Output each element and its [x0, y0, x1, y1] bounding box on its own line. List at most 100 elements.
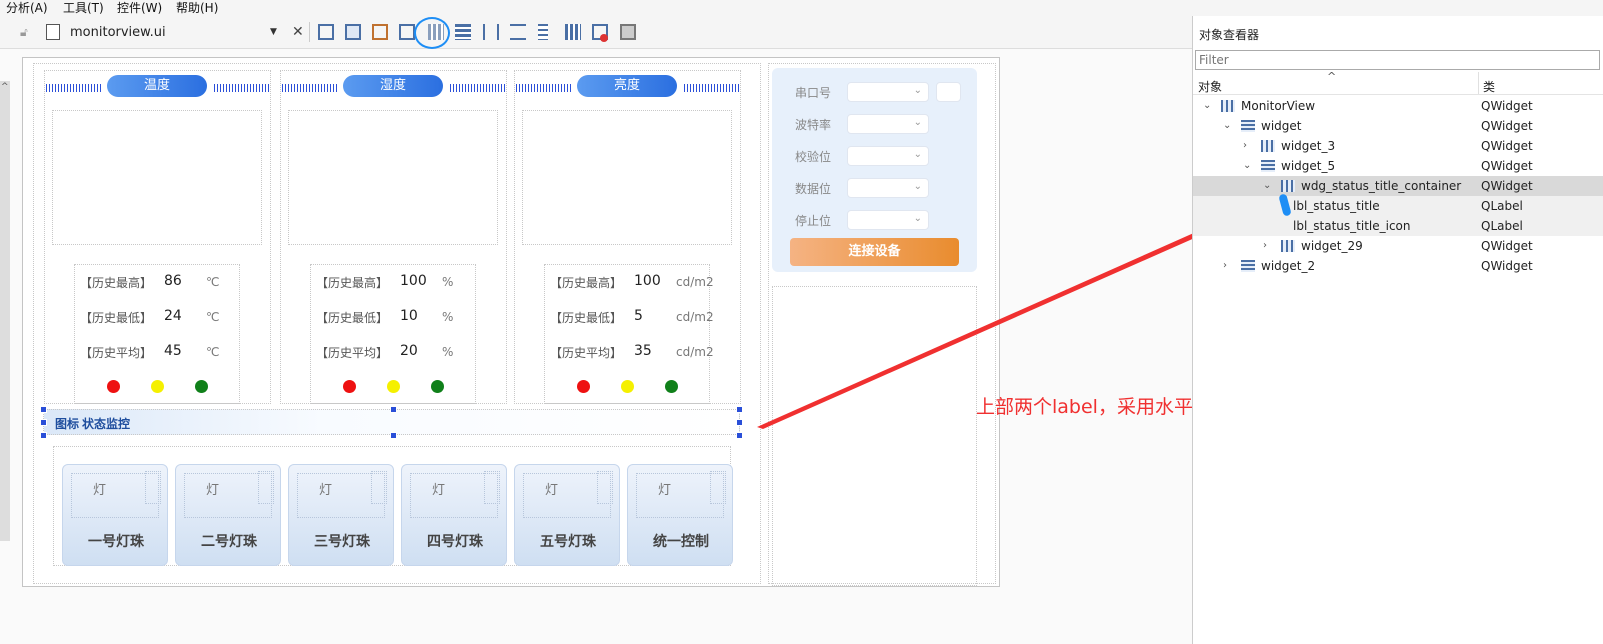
chevron-right-icon[interactable]: ›: [1223, 256, 1227, 276]
lamp-state-box: [597, 471, 613, 504]
tree-row[interactable]: ⌄ MonitorView QWidget: [1193, 96, 1603, 116]
serial-field-label: 校验位: [795, 150, 832, 164]
tree-row[interactable]: ⌄ wdg_status_title_container QWidget: [1193, 176, 1603, 196]
selection-handle[interactable]: [736, 419, 743, 426]
filter-input[interactable]: [1195, 50, 1600, 70]
serial-field-combo[interactable]: ⌄: [847, 178, 929, 198]
sort-up-icon[interactable]: ^: [1327, 70, 1336, 83]
serial-field-combo[interactable]: ⌄: [847, 82, 929, 102]
column-object[interactable]: 对象: [1198, 78, 1222, 95]
scroll-up-icon[interactable]: ^: [1, 82, 9, 92]
chevron-down-icon[interactable]: ⌄: [1243, 156, 1251, 176]
chevron-down-icon: ⌄: [913, 149, 922, 160]
chevron-down-icon[interactable]: ▼: [270, 27, 277, 37]
column-class[interactable]: 类: [1483, 78, 1495, 95]
status-green-indicator: [431, 380, 444, 393]
menu-help[interactable]: 帮助(H): [176, 0, 218, 16]
edit-widgets-icon[interactable]: [318, 24, 334, 40]
serial-field-combo[interactable]: ⌄: [847, 210, 929, 230]
vertical-layout-icon: [1241, 120, 1255, 132]
splitter-horizontal-icon[interactable]: [483, 24, 499, 40]
tree-object-name: MonitorView: [1241, 99, 1316, 113]
toolbar-separator: [309, 22, 310, 42]
tree-object-class: QLabel: [1481, 219, 1523, 233]
selection-handle[interactable]: [40, 419, 47, 426]
selection-handle[interactable]: [736, 432, 743, 439]
stat-value: 20: [400, 343, 418, 359]
horizontal-layout-icon: [1281, 180, 1295, 192]
highlight-circle: [414, 17, 450, 49]
menu-analysis[interactable]: 分析(A): [6, 0, 48, 16]
stat-unit: %: [442, 310, 454, 324]
selection-handle[interactable]: [390, 406, 397, 413]
file-selector[interactable]: monitorview.ui: [70, 25, 166, 40]
chart-placeholder: [522, 110, 732, 245]
lamp-state-box: [484, 471, 500, 504]
edit-signals-icon[interactable]: [345, 24, 361, 40]
serial-field-combo[interactable]: ⌄: [847, 146, 929, 166]
layout-vertical-icon[interactable]: [455, 24, 471, 40]
lamp-icon-label: 灯: [93, 483, 107, 498]
chevron-down-icon[interactable]: ⌄: [1203, 96, 1211, 116]
chevron-down-icon: ⌄: [913, 85, 922, 96]
column-divider[interactable]: [1478, 72, 1479, 94]
serial-field-label: 停止位: [795, 214, 832, 228]
tree-row[interactable]: › widget_29 QWidget: [1193, 236, 1603, 256]
stat-label: 【历史最高】: [316, 276, 389, 290]
close-icon[interactable]: ✕: [292, 24, 304, 40]
lamp-state-box: [710, 471, 726, 504]
menu-tools[interactable]: 工具(T): [63, 0, 104, 16]
horizontal-layout-icon: [1281, 240, 1295, 252]
lamp-card[interactable]: 灯一号灯珠: [62, 464, 168, 566]
tree-row[interactable]: lbl_status_title_icon QLabel: [1193, 216, 1603, 236]
lamp-icon-label: 灯: [319, 483, 333, 498]
title-ruler-left: [516, 84, 572, 92]
sensor-title-pill: 湿度: [343, 75, 443, 97]
stat-label: 【历史最低】: [80, 311, 153, 325]
chart-placeholder: [52, 110, 262, 245]
lamp-card[interactable]: 灯二号灯珠: [175, 464, 281, 566]
chevron-right-icon[interactable]: ›: [1243, 136, 1247, 156]
chevron-down-icon[interactable]: ⌄: [1223, 116, 1231, 136]
lamp-card[interactable]: 灯五号灯珠: [514, 464, 620, 566]
chevron-right-icon[interactable]: ›: [1263, 236, 1267, 256]
grid-layout-icon[interactable]: [565, 24, 581, 40]
stat-unit: %: [442, 275, 454, 289]
inspector-header: 对象 ^ 类: [1193, 70, 1603, 95]
vertical-layout-icon: [1261, 160, 1275, 172]
selection-handle[interactable]: [736, 406, 743, 413]
stat-unit: ℃: [206, 275, 220, 289]
adjust-size-icon[interactable]: [620, 24, 636, 40]
stat-value: 35: [634, 343, 652, 359]
lamp-card[interactable]: 灯四号灯珠: [401, 464, 507, 566]
object-tree: ⌄ MonitorView QWidget ⌄ widget QWidget › widget…: [1193, 96, 1603, 296]
serial-refresh-box[interactable]: [936, 82, 961, 102]
edit-tab-order-icon[interactable]: [399, 24, 415, 40]
lamp-icon-label: 灯: [206, 483, 220, 498]
status-green-indicator: [195, 380, 208, 393]
lamp-card[interactable]: 灯统一控制: [627, 464, 733, 566]
tree-row[interactable]: › widget_2 QWidget: [1193, 256, 1603, 276]
selection-handle[interactable]: [40, 406, 47, 413]
lock-icon[interactable]: 🔓︎: [20, 25, 28, 40]
lamp-card[interactable]: 灯三号灯珠: [288, 464, 394, 566]
edit-buddies-icon[interactable]: [372, 24, 388, 40]
form-layout-icon[interactable]: [538, 24, 548, 40]
vertical-scrollbar[interactable]: [0, 81, 10, 541]
selection-handle[interactable]: [390, 432, 397, 439]
tree-row[interactable]: lbl_status_title QLabel: [1193, 196, 1603, 216]
splitter-vertical-icon[interactable]: [510, 24, 526, 40]
chevron-down-icon[interactable]: ⌄: [1263, 176, 1271, 196]
tree-row[interactable]: › widget_3 QWidget: [1193, 136, 1603, 156]
tree-object-class: QWidget: [1481, 119, 1533, 133]
tree-object-name: widget_2: [1261, 259, 1316, 273]
tree-row[interactable]: ⌄ widget QWidget: [1193, 116, 1603, 136]
serial-field-combo[interactable]: ⌄: [847, 114, 929, 134]
tree-object-class: QWidget: [1481, 139, 1533, 153]
tree-row[interactable]: ⌄ widget_5 QWidget: [1193, 156, 1603, 176]
status-yellow-indicator: [151, 380, 164, 393]
tree-object-class: QWidget: [1481, 239, 1533, 253]
selection-handle[interactable]: [40, 432, 47, 439]
stat-label: 【历史最高】: [550, 276, 623, 290]
menu-widgets[interactable]: 控件(W): [117, 0, 162, 16]
